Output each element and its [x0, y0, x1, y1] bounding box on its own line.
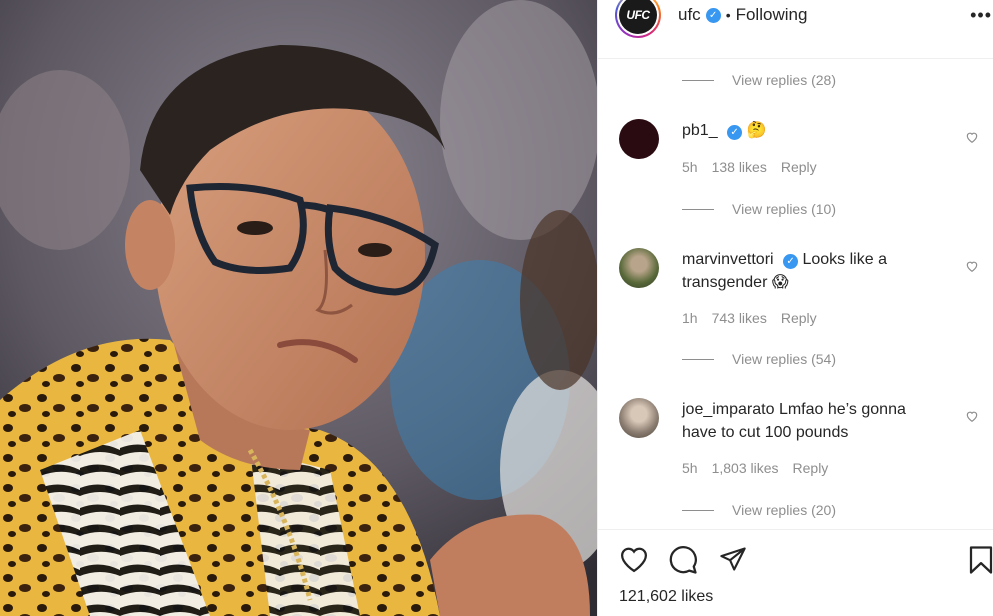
reply-button[interactable]: Reply	[793, 460, 829, 476]
view-replies-label: View replies (10)	[732, 201, 837, 217]
commenter-avatar[interactable]	[619, 248, 659, 288]
header-meta: ufc ✓ • Following	[678, 5, 807, 25]
comment-like-heart-icon[interactable]	[965, 130, 979, 144]
comment-time[interactable]: 5h	[682, 460, 698, 476]
view-replies-label: View replies (54)	[732, 351, 837, 367]
reply-button[interactable]: Reply	[781, 310, 817, 326]
commenter-avatar[interactable]	[619, 119, 659, 159]
avatar: UFC	[619, 0, 657, 34]
verified-badge-icon: ✓	[783, 254, 799, 269]
view-replies-label: View replies (20)	[732, 502, 837, 518]
comment-meta: 5h 138 likes Reply	[682, 159, 831, 175]
more-options-icon[interactable]: •••	[970, 5, 992, 26]
comment-like-heart-icon[interactable]	[965, 259, 979, 273]
view-replies-button[interactable]: View replies (28)	[682, 72, 836, 88]
commenter-username[interactable]: pb1_	[682, 122, 718, 139]
verified-badge-icon: ✓	[705, 7, 721, 23]
scream-emoji: 😱	[771, 274, 789, 291]
view-replies-label: View replies (28)	[732, 72, 837, 88]
post-actions: 121,602 likes	[598, 529, 993, 616]
view-replies-button[interactable]: View replies (20)	[682, 502, 836, 518]
comment-time[interactable]: 5h	[682, 159, 698, 175]
bookmark-icon[interactable]	[968, 545, 993, 575]
comments-list: View replies (28) pb1_ ✓ 🤔 5h 138 likes …	[598, 60, 993, 528]
replies-dash	[682, 208, 714, 210]
comment-likes[interactable]: 138 likes	[712, 159, 767, 175]
comment-text: joe_imparato Lmfao he’s gonna have to cu…	[682, 398, 942, 444]
post-likes-count[interactable]: 121,602 likes	[619, 588, 713, 606]
comment-time[interactable]: 1h	[682, 310, 698, 326]
replies-dash	[682, 358, 714, 360]
verified-badge-icon: ✓	[727, 125, 743, 140]
comment-text: pb1_ ✓ 🤔	[682, 119, 942, 142]
comment-meta: 5h 1,803 likes Reply	[682, 460, 842, 476]
following-button[interactable]: Following	[736, 5, 808, 25]
replies-dash	[682, 509, 714, 511]
commenter-avatar[interactable]	[619, 398, 659, 438]
post-image	[0, 0, 597, 616]
comment-likes[interactable]: 1,803 likes	[712, 460, 779, 476]
story-ring[interactable]: UFC	[615, 0, 661, 38]
post-photo[interactable]	[0, 0, 597, 616]
post-author-username[interactable]: ufc	[678, 5, 701, 25]
avatar-border: UFC	[617, 0, 659, 36]
paper-plane-icon[interactable]	[718, 545, 748, 573]
replies-dash	[682, 79, 714, 81]
post-side-panel: UFC ufc ✓ • Following ••• View replies (…	[597, 0, 993, 616]
view-replies-button[interactable]: View replies (10)	[682, 201, 836, 217]
reply-button[interactable]: Reply	[781, 159, 817, 175]
commenter-username[interactable]: joe_imparato	[682, 401, 775, 418]
comment-text: marvinvettori ✓ Looks like a transgender…	[682, 248, 942, 294]
header-separator: •	[725, 7, 731, 23]
comment-meta: 1h 743 likes Reply	[682, 310, 831, 326]
view-replies-button[interactable]: View replies (54)	[682, 351, 836, 367]
heart-outline-icon[interactable]	[619, 545, 649, 573]
post-header: UFC ufc ✓ • Following •••	[598, 0, 993, 59]
comment-bubble-icon[interactable]	[668, 545, 698, 575]
comment-like-heart-icon[interactable]	[965, 409, 979, 423]
comment-likes[interactable]: 743 likes	[712, 310, 767, 326]
commenter-username[interactable]: marvinvettori	[682, 251, 774, 268]
thinking-emoji: 🤔	[746, 122, 767, 139]
